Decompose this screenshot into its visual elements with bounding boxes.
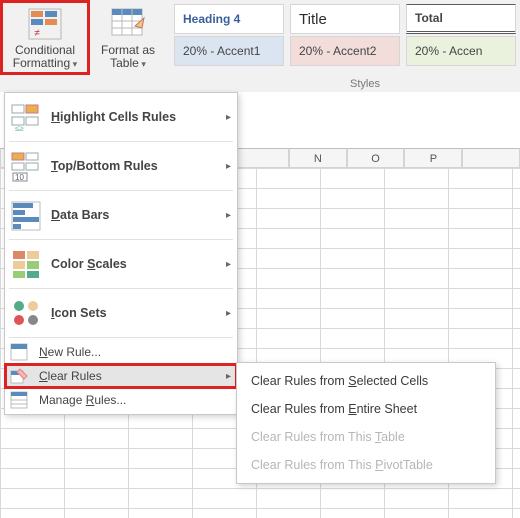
menu-highlight-label: Highlight Cells Rules (51, 110, 222, 124)
menu-separator (9, 337, 233, 338)
manage-rules-icon (9, 390, 29, 410)
style-heading4[interactable]: Heading 4 (174, 4, 284, 34)
conditional-formatting-menu: ≤≥ Highlight Cells Rules ▸ 10 Top/Bottom… (4, 92, 238, 415)
conditional-formatting-icon: ≠ (27, 6, 63, 42)
submenu-arrow-icon: ▸ (222, 161, 231, 172)
data-bars-icon (9, 198, 43, 232)
style-accent2[interactable]: 20% - Accent2 (290, 36, 400, 66)
menu-icon-sets-label: Icon Sets (51, 306, 222, 320)
format-as-table-label2: Table (110, 56, 139, 70)
menu-clear-rules-label: Clear Rules (39, 369, 222, 383)
menu-separator (9, 141, 233, 142)
format-as-table-button[interactable]: Format as Table (92, 2, 164, 73)
menu-data-bars[interactable]: Data Bars ▸ (5, 193, 237, 237)
menu-data-bars-label: Data Bars (51, 208, 222, 222)
style-total[interactable]: Total (406, 4, 516, 34)
menu-color-scales-label: Color Scales (51, 257, 222, 271)
color-scales-icon (9, 247, 43, 281)
clear-rules-this-table: Clear Rules from This Table (237, 423, 495, 451)
conditional-formatting-button[interactable]: ≠ Conditional Formatting (2, 2, 88, 73)
clear-rules-selected-cells[interactable]: Clear Rules from Selected Cells (237, 367, 495, 395)
menu-icon-sets[interactable]: Icon Sets ▸ (5, 291, 237, 335)
submenu-arrow-icon: ▸ (222, 308, 231, 319)
menu-manage-rules-label: Manage Rules... (39, 393, 231, 407)
cell-styles-gallery[interactable]: Heading 4 Title Total 20% - Accent1 20% … (166, 0, 520, 66)
column-header[interactable] (231, 148, 289, 168)
menu-manage-rules[interactable]: Manage Rules... (5, 388, 237, 412)
clear-rules-icon (9, 366, 29, 386)
style-accent1[interactable]: 20% - Accent1 (174, 36, 284, 66)
submenu-arrow-icon: ▸ (222, 259, 231, 270)
style-title[interactable]: Title (290, 4, 400, 34)
icon-sets-icon (9, 296, 43, 330)
column-header[interactable]: P (404, 148, 462, 168)
ribbon-group-label-styles: Styles (350, 78, 380, 90)
new-rule-icon (9, 342, 29, 362)
menu-separator (9, 239, 233, 240)
menu-new-rule-label: New Rule... (39, 345, 231, 359)
menu-top-bottom-label: Top/Bottom Rules (51, 159, 222, 173)
conditional-formatting-label2: Formatting (13, 56, 70, 70)
menu-separator (9, 288, 233, 289)
ribbon: ≠ Conditional Formatting Format as Table (0, 0, 520, 93)
format-as-table-icon (110, 6, 146, 42)
clear-rules-this-pivottable: Clear Rules from This PivotTable (237, 451, 495, 479)
style-accent3[interactable]: 20% - Accen (406, 36, 516, 66)
svg-text:≤≥: ≤≥ (15, 124, 24, 133)
column-header[interactable] (462, 148, 520, 168)
menu-separator (9, 190, 233, 191)
submenu-arrow-icon: ▸ (222, 210, 231, 221)
column-header[interactable]: N (289, 148, 347, 168)
menu-new-rule[interactable]: New Rule... (5, 340, 237, 364)
menu-top-bottom-rules[interactable]: 10 Top/Bottom Rules ▸ (5, 144, 237, 188)
svg-text:10: 10 (15, 173, 24, 182)
menu-color-scales[interactable]: Color Scales ▸ (5, 242, 237, 286)
top-bottom-icon: 10 (9, 149, 43, 183)
clear-rules-submenu: Clear Rules from Selected Cells Clear Ru… (236, 362, 496, 484)
menu-highlight-cells-rules[interactable]: ≤≥ Highlight Cells Rules ▸ (5, 95, 237, 139)
clear-rules-entire-sheet[interactable]: Clear Rules from Entire Sheet (237, 395, 495, 423)
column-header[interactable]: O (347, 148, 405, 168)
format-as-table-label1: Format as (101, 43, 155, 57)
conditional-formatting-label1: Conditional (15, 43, 75, 57)
submenu-arrow-icon: ▸ (222, 371, 231, 382)
submenu-arrow-icon: ▸ (222, 112, 231, 123)
svg-text:≠: ≠ (34, 28, 40, 39)
highlight-cells-icon: ≤≥ (9, 100, 43, 134)
menu-clear-rules[interactable]: Clear Rules ▸ (5, 364, 237, 388)
